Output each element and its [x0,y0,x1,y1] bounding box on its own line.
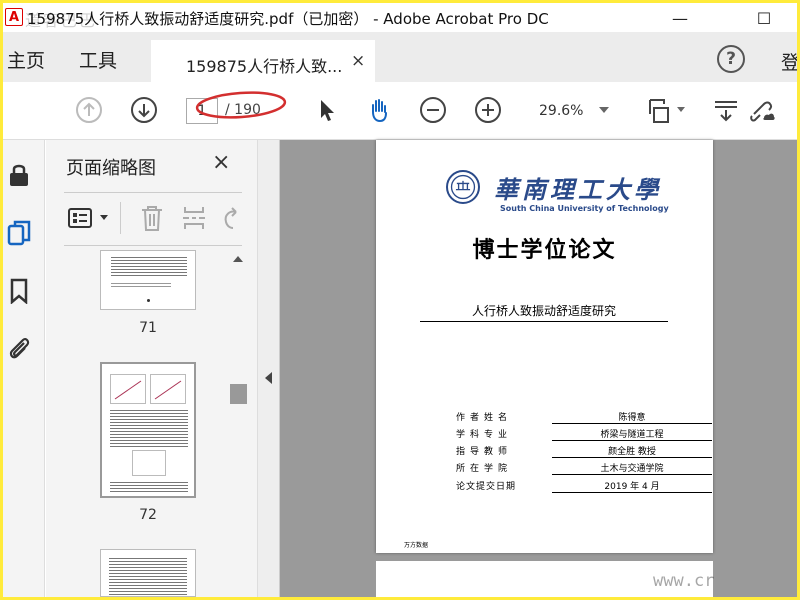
page-footer-source: 万方数据 [404,542,429,549]
document-view[interactable]: 華南理工大學 South China University of Technol… [280,140,797,597]
collapse-arrow-icon[interactable] [265,372,272,384]
thesis-type: 博士学位论文 [472,238,617,263]
thumbnail-page[interactable] [100,250,196,310]
insert-page-icon[interactable] [181,204,207,232]
rotate-page-icon[interactable] [220,206,242,232]
divider [64,245,242,246]
info-value: 土木与交通学院 [552,461,712,475]
title-bar: A 159875人行桥人致振动舒适度研究.pdf（已加密） - Adobe Ac… [3,3,797,32]
page-fit-icon[interactable] [646,96,674,124]
thumbnails-title: 页面缩略图 [66,158,156,179]
previous-page-icon[interactable] [75,96,103,124]
thumbnail-page-number: 72 [139,507,157,523]
divider [120,202,121,234]
tab-close-button[interactable]: × [351,51,365,71]
bookmark-icon[interactable] [6,278,32,304]
thumbnails-toolbar [64,198,242,238]
university-name-en: South China University of Technology [500,204,669,213]
zoom-out-icon[interactable] [419,96,447,124]
info-value: 桥梁与隧道工程 [552,427,712,441]
tab-bar: 主页 工具 159875人行桥人致... × ? 登 [3,32,797,82]
watermark-left: 道客巴巴 [25,11,98,30]
zoom-dropdown-icon[interactable] [599,107,609,113]
info-label: 作者姓名 [456,413,513,423]
info-value: 2019 年 4 月 [552,479,712,493]
university-name-cn: 華南理工大學 [494,175,662,204]
divider [64,192,242,193]
home-menu[interactable]: 主页 [7,46,45,73]
thumbnail-page[interactable] [100,362,196,498]
lock-icon[interactable] [6,162,32,188]
page-thumbnails-icon[interactable] [6,220,32,246]
thumbnails-close-button[interactable]: × [212,150,230,175]
thesis-title: 人行桥人致振动舒适度研究 [420,302,668,322]
watermark-right: www.cr [653,571,715,591]
panel-collapse-handle[interactable] [258,140,280,597]
acrobat-window: A 159875人行桥人致振动舒适度研究.pdf（已加密） - Adobe Ac… [3,3,797,597]
left-nav-rail [3,140,45,597]
link-cloud-icon[interactable] [748,96,776,124]
minimize-button[interactable]: — [657,5,703,31]
pdf-page: 華南理工大學 South China University of Technol… [376,140,713,553]
attachment-icon[interactable] [6,335,32,361]
tab-document-label: 159875人行桥人致... [186,57,343,76]
university-seal-icon [446,170,480,204]
info-value: 颜全胜 教授 [552,444,712,458]
thumbnails-panel: 页面缩略图 × 71 72 [46,140,258,597]
scroll-mode-icon[interactable] [712,96,740,124]
select-cursor-icon[interactable] [313,96,341,124]
delete-page-icon[interactable] [139,204,165,232]
maximize-button[interactable]: ☐ [741,5,787,31]
thumbnails-scrollbar[interactable] [227,250,249,597]
info-value: 陈得意 [552,410,712,424]
window-title: 159875人行桥人致振动舒适度研究.pdf（已加密） - Adobe Acro… [27,10,549,28]
next-page-icon[interactable] [130,96,158,124]
info-label: 学科专业 [456,430,513,440]
scrollbar-thumb[interactable] [230,384,247,404]
page-fit-dropdown-icon[interactable] [677,107,685,112]
thumbnail-page-number: 71 [139,320,157,336]
help-icon[interactable]: ? [717,45,745,73]
thumbnail-options-icon[interactable] [68,206,96,230]
thumbnail-options-dropdown-icon[interactable] [100,215,108,220]
zoom-in-icon[interactable] [474,96,502,124]
thumbnail-page[interactable] [100,549,196,597]
info-label: 论文提交日期 [456,482,517,492]
tab-document[interactable]: 159875人行桥人致... × [151,40,375,82]
acrobat-logo-icon: A [5,8,23,26]
tools-menu[interactable]: 工具 [79,46,117,73]
info-label: 所在学院 [456,464,513,474]
info-label: 指导教师 [456,447,513,457]
main-toolbar: 1 / 190 29.6% [3,82,797,140]
hand-tool-icon[interactable] [365,96,393,124]
red-annotation-ellipse [195,91,287,119]
sign-in-button[interactable]: 登 [781,48,797,75]
scroll-up-icon[interactable] [233,256,243,262]
